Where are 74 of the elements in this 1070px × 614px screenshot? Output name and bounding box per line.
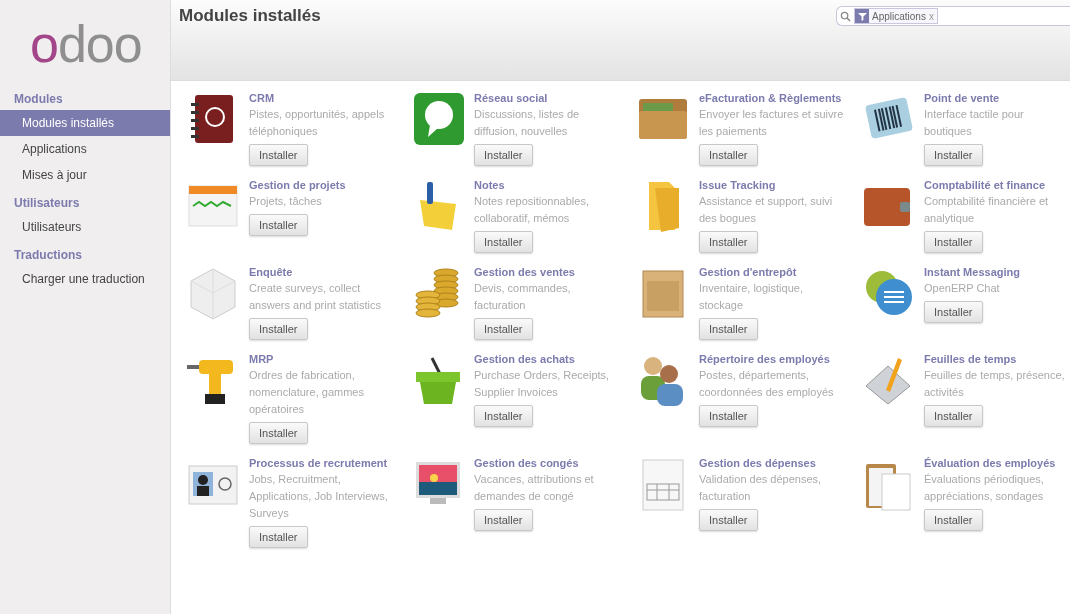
module-description: Pistes, opportunités, appels téléphoniques	[249, 107, 386, 139]
search-field[interactable]: Applications x	[836, 6, 1070, 26]
search-icon	[840, 10, 851, 22]
install-button[interactable]: Installer	[699, 405, 758, 427]
module-description: Validation des dépenses, facturation	[699, 472, 823, 504]
module-name: Évaluation des employés	[924, 456, 1057, 471]
facet-label: Applications	[872, 10, 926, 22]
sidebar-item[interactable]: Applications	[0, 136, 170, 162]
module-name: Gestion des congés	[474, 456, 580, 471]
install-button[interactable]: Installer	[249, 318, 308, 340]
module-description: Purchase Orders, Receipts, Supplier Invoices	[474, 368, 611, 400]
module-description: Ordres de fabrication, nomenclature, gammes opératoires	[249, 368, 365, 417]
sidebar-item[interactable]: Charger une traduction	[0, 266, 170, 292]
sidebar-item[interactable]: Utilisateurs	[0, 214, 170, 240]
page-title: Modules installés	[178, 5, 321, 26]
module-name: Feuilles de temps	[924, 352, 1018, 367]
sidebar-item[interactable]: Mises à jour	[0, 162, 170, 188]
module-name: Gestion des achats	[474, 352, 576, 367]
install-button[interactable]: Installer	[699, 318, 758, 340]
sidebar-item[interactable]: Modules installés	[0, 110, 170, 136]
install-button[interactable]: Installer	[474, 405, 533, 427]
module-name: Réseau social	[474, 91, 549, 106]
module-description: OpenERP Chat	[924, 281, 1001, 296]
module-description: Jobs, Recruitment, Applications, Job Interviews, Surveys	[249, 472, 389, 521]
install-button[interactable]: Installer	[249, 422, 308, 444]
module-name: Notes	[474, 178, 506, 193]
module-name: Gestion des dépenses	[699, 456, 817, 471]
module-name: Gestion de projets	[249, 178, 347, 193]
install-button[interactable]: Installer	[924, 509, 983, 531]
module-description: Devis, commandes, facturation	[474, 281, 572, 313]
module-description: Postes, départements, coordonnées des employés	[699, 368, 835, 400]
module-description: Feuilles de temps, présence, activités	[924, 368, 1066, 400]
module-description: Create surveys, collect answers and print statistics	[249, 281, 383, 313]
module-name: Comptabilité et finance	[924, 178, 1047, 193]
module-description: Vacances, attributions et demandes de congé	[474, 472, 595, 504]
module-name: Issue Tracking	[699, 178, 777, 193]
install-button[interactable]: Installer	[474, 509, 533, 531]
install-button[interactable]: Installer	[474, 318, 533, 340]
module-description: Assistance et support, suivi des bogues	[699, 194, 834, 226]
module-description: Inventaire, logistique, stockage	[699, 281, 804, 313]
module-name: Enquête	[249, 265, 294, 280]
install-button[interactable]: Installer	[474, 231, 533, 253]
install-button[interactable]: Installer	[699, 231, 758, 253]
install-button[interactable]: Installer	[699, 144, 758, 166]
module-name: Processus de recrutement	[249, 456, 389, 471]
install-button[interactable]: Installer	[249, 526, 308, 548]
module-name: Instant Messaging	[924, 265, 1021, 280]
module-description: Envoyer les factures et suivre les paiements	[699, 107, 845, 139]
module-name: eFacturation & Règlements	[699, 91, 843, 106]
module-description: Évaluations périodiques, appréciations, sondages	[924, 472, 1045, 504]
module-description: Discussions, listes de diffusion, nouvelles	[474, 107, 581, 139]
module-name: CRM	[249, 91, 276, 106]
install-button[interactable]: Installer	[924, 405, 983, 427]
sidebar-section-title: Modules	[13, 91, 64, 108]
install-button[interactable]: Installer	[699, 509, 758, 531]
module-name: Répertoire des employés	[699, 352, 831, 367]
module-name: Point de vente	[924, 91, 1001, 106]
install-button[interactable]: Installer	[924, 144, 983, 166]
module-name: MRP	[249, 352, 275, 367]
module-description: Interface tactile pour boutiques	[924, 107, 1025, 139]
sidebar-section-title: Traductions	[13, 247, 83, 264]
install-button[interactable]: Installer	[924, 301, 983, 323]
sidebar-section-title: Utilisateurs	[13, 195, 81, 212]
odoo-logo: odoo	[29, 14, 143, 75]
module-name: Gestion des ventes	[474, 265, 576, 280]
module-description: Comptabilité financière et analytique	[924, 194, 1050, 226]
install-button[interactable]: Installer	[924, 231, 983, 253]
filter-icon	[855, 9, 869, 23]
module-description: Projets, tâches	[249, 194, 323, 209]
install-button[interactable]: Installer	[474, 144, 533, 166]
module-description: Notes repositionnables, collaboratif, mémos	[474, 194, 590, 226]
install-button[interactable]: Installer	[249, 214, 308, 236]
module-name: Gestion d'entrepôt	[699, 265, 798, 280]
install-button[interactable]: Installer	[249, 144, 308, 166]
